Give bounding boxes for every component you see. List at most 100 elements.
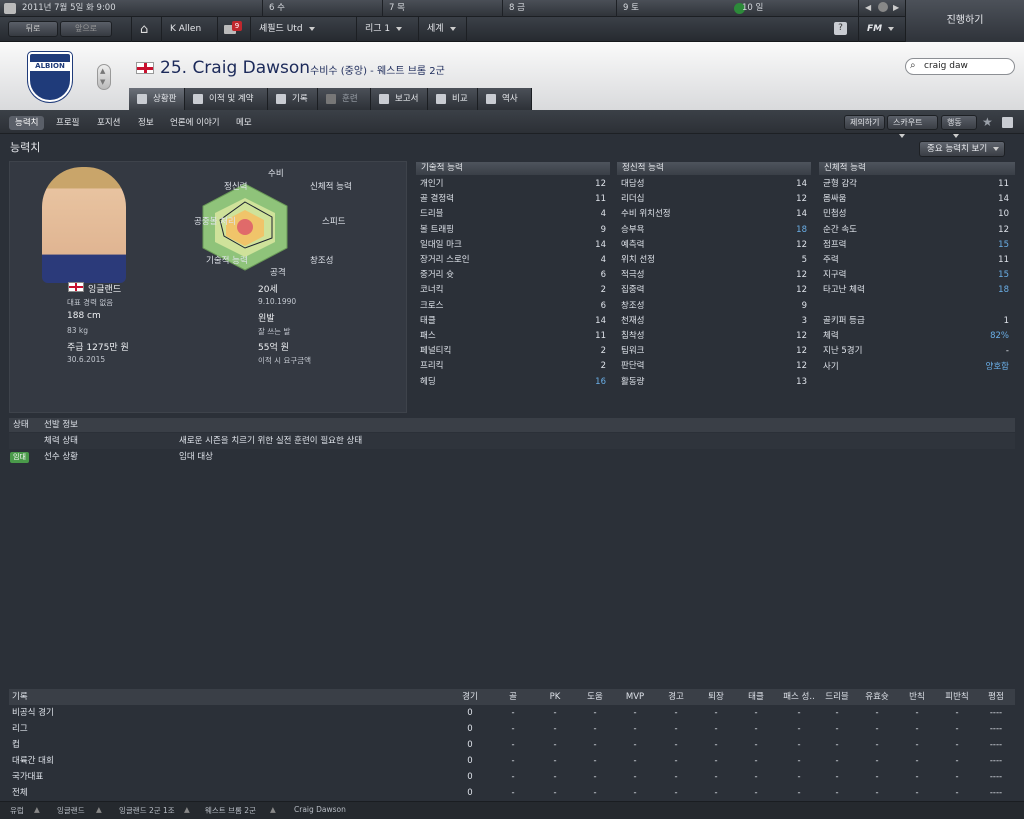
attribute-row[interactable]: 골 결정력 11	[416, 192, 610, 207]
tab-history[interactable]: 역사	[478, 88, 532, 110]
tab-records[interactable]: 기록	[268, 88, 318, 110]
attribute-row[interactable]: 중거리 슛 6	[416, 268, 610, 283]
calendar-day[interactable]: 9 토	[616, 0, 734, 17]
breadcrumb-item[interactable]: 잉글랜드	[57, 805, 85, 816]
attribute-row[interactable]: 일대일 마크 14	[416, 238, 610, 253]
tab-reports[interactable]: 보고서	[371, 88, 428, 110]
attribute-row[interactable]: 승부욕 18	[617, 223, 811, 238]
stats-row[interactable]: 국가대표 0- - - - - - - - - - - - ----	[9, 769, 1015, 785]
calendar-day[interactable]: 10 일	[734, 0, 854, 17]
breadcrumb-item[interactable]: 잉글랜드 2군 1조	[119, 805, 175, 816]
column-header[interactable]: 패스 성..	[779, 689, 819, 705]
subtab-info[interactable]: 정보	[132, 116, 160, 130]
down-arrow-icon[interactable]: ▼	[100, 78, 105, 86]
subtab-press[interactable]: 언론에 이야기	[164, 116, 226, 130]
continue-button[interactable]: 진행하기	[905, 0, 1024, 42]
tab-contract[interactable]: 이적 및 계약	[185, 88, 268, 110]
attribute-row[interactable]: 태클 14	[416, 314, 610, 329]
fm-menu[interactable]: FM	[858, 17, 905, 42]
club-menu[interactable]: 셰필드 Utd	[250, 17, 356, 42]
attribute-row[interactable]: 점프력 15	[819, 238, 1013, 253]
column-header[interactable]: 드리블	[817, 689, 857, 705]
tab-training[interactable]: 훈련	[318, 88, 371, 110]
attribute-row[interactable]: 천재성 3	[617, 314, 811, 329]
league-menu[interactable]: 리그 1	[356, 17, 418, 42]
attribute-row[interactable]: 침착성 12	[617, 329, 811, 344]
attribute-row[interactable]: 패스 11	[416, 329, 610, 344]
attribute-row[interactable]: 볼 트래핑 9	[416, 223, 610, 238]
forward-button[interactable]: 앞으로	[60, 21, 112, 37]
attribute-row[interactable]: 지난 5경기 -	[819, 344, 1013, 359]
stats-row[interactable]: 비공식 경기 0- - - - - - - - - - - - ----	[9, 705, 1015, 721]
attribute-row[interactable]: 헤딩 16	[416, 375, 610, 390]
attribute-row[interactable]: 장거리 스로인 4	[416, 253, 610, 268]
attribute-row[interactable]: 순간 속도 12	[819, 223, 1013, 238]
attribute-row[interactable]: 집중력 12	[617, 283, 811, 298]
up-arrow-icon[interactable]: ▲	[100, 67, 105, 75]
today-icon[interactable]	[878, 2, 888, 12]
stats-row[interactable]: 대륙간 대회 0- - - - - - - - - - - - ----	[9, 753, 1015, 769]
attribute-row[interactable]: 주력 11	[819, 253, 1013, 268]
attribute-row[interactable]: 리더십 12	[617, 192, 811, 207]
attribute-row[interactable]: 균형 감각 11	[819, 177, 1013, 192]
offer-button[interactable]: 제의하기	[844, 115, 886, 130]
subtab-positions[interactable]: 포지션	[91, 116, 126, 130]
attribute-row[interactable]: 페널티킥 2	[416, 344, 610, 359]
attribute-row[interactable]: 몸싸움 14	[819, 192, 1013, 207]
subtab-profile[interactable]: 프로필	[50, 116, 85, 130]
inbox-button[interactable]: 9	[217, 17, 243, 42]
breadcrumb-item[interactable]: 유럽	[10, 805, 24, 816]
calendar-scroll[interactable]: ◀ ▶	[858, 0, 905, 17]
attribute-row[interactable]: 적극성 12	[617, 268, 811, 283]
search-input[interactable]: craig daw	[905, 58, 1015, 75]
attribute-row[interactable]: 프리킥 2	[416, 359, 610, 374]
tab-compare[interactable]: 비교	[428, 88, 478, 110]
attribute-row[interactable]: 창조성 9	[617, 299, 811, 314]
breadcrumb-item[interactable]: 웨스트 브롬 2군	[205, 805, 256, 816]
attribute-row[interactable]: 활동량 13	[617, 375, 811, 390]
column-header[interactable]: 도움	[575, 689, 615, 705]
stats-row[interactable]: 리그 0- - - - - - - - - - - - ----	[9, 721, 1015, 737]
subtab-notes[interactable]: 메모	[230, 116, 258, 130]
attribute-row[interactable]: 크로스 6	[416, 299, 610, 314]
attribute-row[interactable]: 판단력 12	[617, 359, 811, 374]
calendar-day[interactable]: 6 수	[262, 0, 382, 17]
action-button[interactable]: 행동	[941, 115, 977, 138]
help-button[interactable]: ?	[834, 22, 847, 35]
attribute-row[interactable]: 수비 위치선정 14	[617, 207, 811, 222]
breadcrumb-item[interactable]: Craig Dawson	[294, 805, 346, 814]
column-header[interactable]: 경고	[656, 689, 696, 705]
next-icon[interactable]: ▶	[893, 3, 899, 12]
stats-row[interactable]: 컵 0- - - - - - - - - - - - ----	[9, 737, 1015, 753]
attribute-row[interactable]: 대담성 14	[617, 177, 811, 192]
key-attributes-button[interactable]: 중요 능력치 보기	[919, 141, 1005, 157]
player-nav-arrows[interactable]: ▲ ▼	[97, 64, 111, 90]
attribute-row[interactable]: 사기 양호함	[819, 360, 1013, 375]
column-header[interactable]: 기록	[12, 689, 28, 705]
manager-menu[interactable]: K Allen	[161, 17, 217, 42]
column-header[interactable]: 피반칙	[937, 689, 977, 705]
prev-icon[interactable]: ◀	[865, 3, 871, 12]
calendar-icon[interactable]	[4, 3, 16, 14]
stats-row[interactable]: 전체 0- - - - - - - - - - - - ----	[9, 785, 1015, 801]
star-icon[interactable]: ★	[982, 115, 993, 129]
attribute-row[interactable]: 위치 선정 5	[617, 253, 811, 268]
attribute-row[interactable]: 타고난 체력 18	[819, 283, 1013, 298]
attribute-row[interactable]: 민첩성 10	[819, 207, 1013, 222]
attribute-row[interactable]: 드리블 4	[416, 207, 610, 222]
attribute-row[interactable]: 팀워크 12	[617, 344, 811, 359]
column-header[interactable]: MVP	[615, 689, 655, 705]
nationality[interactable]: 잉글랜드	[88, 282, 121, 295]
attribute-row[interactable]: 골키퍼 등급 1	[819, 314, 1013, 329]
calendar-day[interactable]: 7 목	[382, 0, 502, 17]
notes-icon[interactable]	[1002, 117, 1013, 128]
column-header[interactable]: 골	[493, 689, 533, 705]
scout-button[interactable]: 스카우트	[887, 115, 938, 138]
column-header[interactable]: 평점	[976, 689, 1016, 705]
column-header[interactable]: 경기	[450, 689, 490, 705]
column-header[interactable]: PK	[535, 689, 575, 705]
column-header[interactable]: 유효슛	[857, 689, 897, 705]
column-header[interactable]: 퇴장	[696, 689, 736, 705]
attribute-row[interactable]: 코너킥 2	[416, 283, 610, 298]
tab-overview[interactable]: 상황판	[129, 88, 185, 110]
